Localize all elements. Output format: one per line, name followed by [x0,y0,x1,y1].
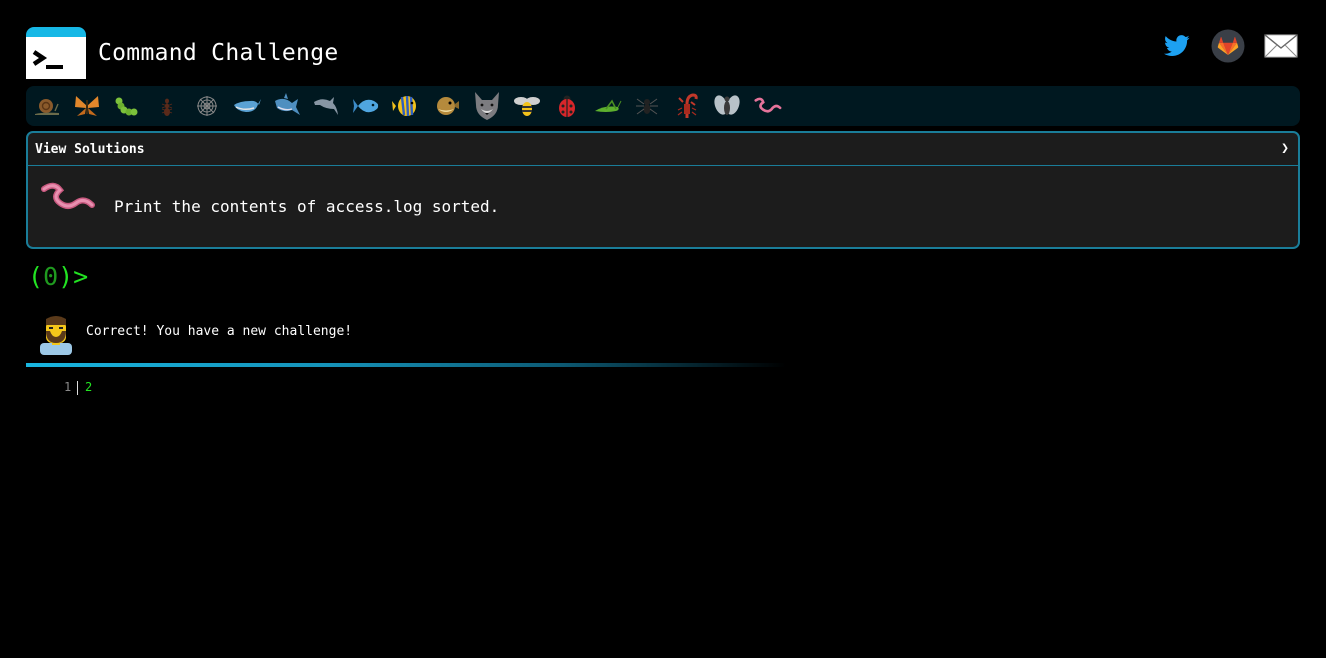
page: Command Challenge View Solutions ❯ Print… [0,0,1326,658]
blowfish-icon[interactable] [432,92,462,120]
bearded-man-avatar [40,316,72,355]
caterpillar-icon[interactable] [112,92,142,120]
logo-cap [26,27,86,37]
line-number-1: 1 [64,380,72,394]
scorpion-icon[interactable] [672,92,702,120]
chat-message: Correct! You have a new challenge! [86,324,353,339]
chevron-right-icon: ❯ [1281,141,1289,156]
email-link[interactable] [1262,28,1300,64]
wolf-icon[interactable] [472,92,502,120]
tropical-fish-icon[interactable] [392,92,422,120]
twitter-link[interactable] [1160,28,1194,64]
bee-icon[interactable] [512,92,542,120]
mail-icon [1264,34,1298,58]
butterfly-icon[interactable] [72,92,102,120]
challenge-description: Print the contents of access.log sorted. [114,197,500,216]
score-count: 0 [43,262,59,291]
gitlab-link[interactable] [1210,28,1246,64]
command-prompt[interactable]: (0)> [28,262,88,291]
cricket-icon[interactable] [592,92,622,120]
ladybug-icon[interactable] [552,92,582,120]
shark-icon[interactable] [272,92,302,120]
progress-bar [26,363,786,367]
view-solutions-label: View Solutions [35,142,145,157]
fish-icon[interactable] [352,92,382,120]
twitter-icon [1164,35,1190,56]
challenge-icon-bar [26,86,1300,126]
prompt-close: )> [58,262,89,291]
worm-icon[interactable] [752,92,782,120]
page-title: Command Challenge [98,40,339,66]
fly-icon[interactable] [712,92,742,120]
challenge-panel: View Solutions ❯ Print the contents of a… [26,131,1300,249]
line-separator [77,381,78,395]
terminal-prompt-icon [32,50,63,69]
dolphin-icon[interactable] [312,92,342,120]
spider-icon[interactable] [632,92,662,120]
prompt-open: ( [28,262,44,291]
ant-icon[interactable] [152,92,182,120]
gitlab-icon [1211,29,1245,63]
spider-web-icon[interactable] [192,92,222,120]
terminal-logo-icon[interactable] [26,27,86,79]
snail-icon[interactable] [32,92,62,120]
whale-icon[interactable] [232,92,262,120]
line-number-2: 2 [85,380,93,394]
view-solutions-toggle[interactable]: View Solutions ❯ [28,133,1298,166]
worm-icon [41,182,95,209]
